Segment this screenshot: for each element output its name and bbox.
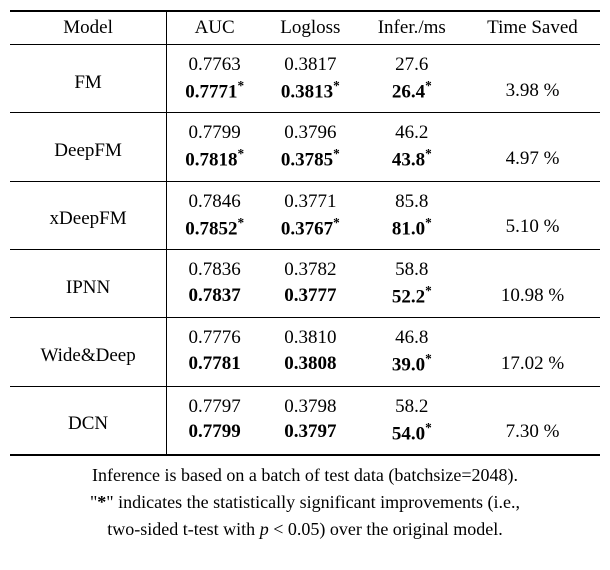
time-saved-cell: 5.10 %	[465, 214, 600, 250]
table-row: IPNN0.78360.378258.8	[10, 249, 600, 282]
time-saved-blank	[465, 45, 600, 78]
table-row: Wide&Deep0.77760.381046.8	[10, 318, 600, 351]
table-row: DCN0.77970.379858.2	[10, 386, 600, 419]
improved-logloss: 0.3813*	[262, 77, 358, 113]
footnote-line2b: " indicates the statistically significan…	[106, 492, 520, 512]
baseline-auc: 0.7799	[167, 113, 262, 146]
baseline-auc: 0.7836	[167, 249, 262, 282]
baseline-logloss: 0.3817	[262, 45, 358, 78]
improved-logloss: 0.3797	[262, 419, 358, 455]
results-table-container: Model AUC Logloss Infer./ms Time Saved F…	[10, 10, 600, 543]
footnote-p: p	[260, 519, 269, 539]
improved-logloss: 0.3808	[262, 350, 358, 386]
header-logloss: Logloss	[262, 11, 358, 45]
improved-auc: 0.7818*	[167, 145, 262, 181]
model-cell: Wide&Deep	[10, 318, 167, 386]
header-time-saved: Time Saved	[465, 11, 600, 45]
baseline-infer: 58.8	[359, 249, 465, 282]
baseline-infer: 46.8	[359, 318, 465, 351]
time-saved-blank	[465, 386, 600, 419]
improved-logloss: 0.3785*	[262, 145, 358, 181]
baseline-logloss: 0.3810	[262, 318, 358, 351]
baseline-auc: 0.7797	[167, 386, 262, 419]
time-saved-blank	[465, 318, 600, 351]
improved-auc: 0.7852*	[167, 214, 262, 250]
baseline-infer: 58.2	[359, 386, 465, 419]
improved-auc: 0.7837	[167, 282, 262, 318]
improved-infer: 26.4*	[359, 77, 465, 113]
improved-auc: 0.7799	[167, 419, 262, 455]
time-saved-blank	[465, 181, 600, 214]
baseline-logloss: 0.3798	[262, 386, 358, 419]
time-saved-blank	[465, 113, 600, 146]
improved-infer: 54.0*	[359, 419, 465, 455]
time-saved-cell: 7.30 %	[465, 419, 600, 455]
header-infer: Infer./ms	[359, 11, 465, 45]
model-cell: FM	[10, 45, 167, 113]
model-cell: IPNN	[10, 249, 167, 317]
header-model: Model	[10, 11, 167, 45]
baseline-infer: 46.2	[359, 113, 465, 146]
baseline-auc: 0.7846	[167, 181, 262, 214]
footnote-line3a: two-sided t-test with	[107, 519, 259, 539]
header-row: Model AUC Logloss Infer./ms Time Saved	[10, 11, 600, 45]
improved-infer: 39.0*	[359, 350, 465, 386]
baseline-logloss: 0.3782	[262, 249, 358, 282]
time-saved-cell: 17.02 %	[465, 350, 600, 386]
improved-auc: 0.7781	[167, 350, 262, 386]
table-row: xDeepFM0.78460.377185.8	[10, 181, 600, 214]
model-cell: DCN	[10, 386, 167, 455]
baseline-logloss: 0.3771	[262, 181, 358, 214]
table-footnote: Inference is based on a batch of test da…	[10, 462, 600, 543]
footnote-line3b: < 0.05) over the original model.	[269, 519, 503, 539]
table-row: FM0.77630.381727.6	[10, 45, 600, 78]
time-saved-cell: 4.97 %	[465, 145, 600, 181]
results-table: Model AUC Logloss Infer./ms Time Saved F…	[10, 10, 600, 456]
baseline-infer: 27.6	[359, 45, 465, 78]
model-cell: xDeepFM	[10, 181, 167, 249]
improved-infer: 81.0*	[359, 214, 465, 250]
time-saved-blank	[465, 249, 600, 282]
model-cell: DeepFM	[10, 113, 167, 181]
baseline-auc: 0.7763	[167, 45, 262, 78]
improved-infer: 43.8*	[359, 145, 465, 181]
table-row: DeepFM0.77990.379646.2	[10, 113, 600, 146]
time-saved-cell: 10.98 %	[465, 282, 600, 318]
baseline-logloss: 0.3796	[262, 113, 358, 146]
footnote-line1: Inference is based on a batch of test da…	[92, 465, 518, 485]
baseline-infer: 85.8	[359, 181, 465, 214]
improved-auc: 0.7771*	[167, 77, 262, 113]
improved-logloss: 0.3777	[262, 282, 358, 318]
improved-infer: 52.2*	[359, 282, 465, 318]
baseline-auc: 0.7776	[167, 318, 262, 351]
footnote-star: *	[97, 492, 106, 512]
time-saved-cell: 3.98 %	[465, 77, 600, 113]
header-auc: AUC	[167, 11, 262, 45]
improved-logloss: 0.3767*	[262, 214, 358, 250]
